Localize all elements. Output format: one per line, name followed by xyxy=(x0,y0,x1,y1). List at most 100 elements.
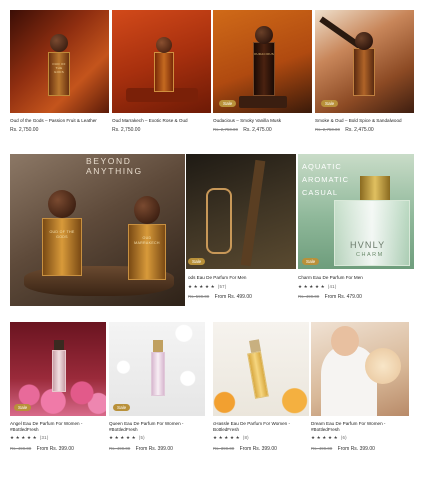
product-card-chassle[interactable]: cHassle Eau De Parfum For Women - Bottle… xyxy=(213,322,309,457)
compare-at-price: Rs. 2,750.00 xyxy=(213,127,238,132)
product-image[interactable] xyxy=(10,322,106,416)
product-price-row: Rs. 499.00 From Rs. 399.00 xyxy=(10,446,74,452)
product-image[interactable]: OUDACIOUS xyxy=(213,10,312,113)
product-title[interactable]: Oudacious – Smoky Vanilla Musk xyxy=(213,118,312,124)
bottle-label: OUD OF THE GODS xyxy=(52,62,66,74)
product-card-gods-edp[interactable]: Sale ods Eau De Parfum For Men ★ ★ ★ ★ ★… xyxy=(186,154,296,306)
rating-stars: ★ ★ ★ ★ ★ xyxy=(188,284,215,289)
product-image[interactable]: AQUATIC AROMATIC CASUAL HVNLY CHARM xyxy=(298,154,414,269)
bottle-cap-left-image xyxy=(48,190,76,218)
lamp-glow-image xyxy=(365,348,401,384)
product-card-queen[interactable]: Sale Queen Eau De Parfum For Women - #Bo… xyxy=(109,322,205,457)
product-title[interactable]: ods Eau De Parfum For Men xyxy=(188,275,296,281)
pedestal-image xyxy=(239,96,287,108)
perfume-bottle-image xyxy=(151,352,165,396)
product-image[interactable] xyxy=(213,322,309,416)
product-title[interactable]: Smoke & Oud – Bold Spice & Sandalwood xyxy=(315,118,414,124)
product-image[interactable] xyxy=(315,10,414,113)
promo-banner-beyond-anything[interactable]: BEYOND ANYTHING OUD OF THE GODS OUD MARR… xyxy=(10,154,185,306)
perfume-bottle-left-image xyxy=(42,218,82,276)
product-price-row: Rs. 2,750.00 Rs. 2,475.00 xyxy=(213,127,272,133)
product-card-angel[interactable]: Sale Angel Eau De Parfum For Women - #Bo… xyxy=(10,322,106,457)
product-price-row: Rs. 499.00 From Rs. 399.00 xyxy=(311,446,375,452)
product-image[interactable]: OUD OF THE GODS xyxy=(10,10,109,113)
product-image[interactable] xyxy=(112,10,211,113)
product-price-row: Rs. 2,750.00 Rs. 2,475.00 xyxy=(315,127,374,133)
current-price: From Rs. 499.00 xyxy=(214,294,252,300)
bottle-cap-image xyxy=(153,340,163,352)
perfume-bottle-image xyxy=(253,42,275,96)
product-image[interactable] xyxy=(109,322,205,416)
review-count: (41) xyxy=(327,284,337,289)
bottle-label-left: OUD OF THE GODS xyxy=(49,230,75,239)
bottle-cap-image xyxy=(355,32,373,50)
promo-image[interactable]: BEYOND ANYTHING OUD OF THE GODS OUD MARR… xyxy=(10,154,185,306)
product-title[interactable]: cHassle Eau De Parfum For Women - Bottle… xyxy=(213,421,309,433)
product-price-row: Rs. 499.00 From Rs. 479.00 xyxy=(298,294,362,300)
tree-branch-image xyxy=(240,159,266,267)
review-count: (5) xyxy=(138,435,145,440)
product-title[interactable]: Dream Eau De Parfum For Women - #Bottled… xyxy=(311,421,409,433)
brand-name: HVNLY xyxy=(350,240,386,250)
bottle-cap-image xyxy=(360,176,390,200)
current-price: From Rs. 399.00 xyxy=(337,446,375,452)
review-count: (31) xyxy=(39,435,49,440)
product-title[interactable]: Oud Marrakech – Exotic Rose & Oud xyxy=(112,118,211,124)
sale-badge: Sale xyxy=(188,258,206,265)
sale-badge: Sale xyxy=(113,404,131,411)
compare-at-price: Rs. 499.00 xyxy=(298,294,320,299)
bottle-label: OUDACIOUS xyxy=(254,52,274,56)
product-card-oud-of-the-gods[interactable]: OUD OF THE GODS Oud of the Gods – Passio… xyxy=(10,10,109,138)
bottle-cap-image xyxy=(249,339,261,353)
sale-badge: Sale xyxy=(302,258,320,265)
bottle-label-right: OUD MARRAKECH xyxy=(134,236,160,245)
product-card-smoke-and-oud[interactable]: Sale Smoke & Oud – Bold Spice & Sandalwo… xyxy=(315,10,414,138)
current-price: Rs. 2,475.00 xyxy=(243,127,272,133)
promo-line-2: AROMATIC xyxy=(302,175,350,184)
bottle-cap-right-image xyxy=(134,196,160,224)
perfume-bottle-image xyxy=(52,350,66,392)
compare-at-price: Rs. 499.00 xyxy=(311,446,333,451)
product-title[interactable]: Queen Eau De Parfum For Women - #Bottled… xyxy=(109,421,205,433)
product-card-oudacious[interactable]: OUDACIOUS Sale Oudacious – Smoky Vanilla… xyxy=(213,10,312,138)
product-rating: ★ ★ ★ ★ ★ (41) xyxy=(298,284,337,290)
product-image[interactable] xyxy=(186,154,296,269)
compare-at-price: Rs. 499.00 xyxy=(10,446,32,451)
perfume-bottle-image xyxy=(48,52,70,96)
compare-at-price: Rs. 399.00 xyxy=(213,446,235,451)
current-price: From Rs. 479.00 xyxy=(324,294,362,300)
review-count: (8) xyxy=(242,435,249,440)
product-rating: ★ ★ ★ ★ ★ (8) xyxy=(213,435,249,441)
review-count: (6) xyxy=(340,435,347,440)
product-title[interactable]: Charm Eau De Parfum For Men xyxy=(298,275,414,281)
promo-headline: BEYOND ANYTHING xyxy=(86,156,143,176)
compare-at-price: Rs. 2,750.00 xyxy=(315,127,340,132)
bottle-cap-image xyxy=(50,34,68,52)
product-price-row: Rs. 599.00 From Rs. 499.00 xyxy=(188,294,252,300)
product-title[interactable]: Angel Eau De Parfum For Women - #Bottled… xyxy=(10,421,106,433)
product-rating: ★ ★ ★ ★ ★ (6) xyxy=(311,435,347,441)
brand-sub: CHARM xyxy=(356,252,384,258)
product-rating: ★ ★ ★ ★ ★ (5) xyxy=(109,435,145,441)
current-price: From Rs. 399.00 xyxy=(239,446,277,452)
current-price: Rs. 2,750.00 xyxy=(10,127,39,133)
rating-stars: ★ ★ ★ ★ ★ xyxy=(298,284,325,289)
compare-at-price: Rs. 599.00 xyxy=(188,294,210,299)
product-image[interactable] xyxy=(311,322,409,416)
promo-line-3: CASUAL xyxy=(302,188,339,197)
pedestal-image xyxy=(206,188,232,254)
perfume-bottle-right-image xyxy=(128,224,166,280)
product-rating: ★ ★ ★ ★ ★ (57) xyxy=(188,284,227,290)
woman-head-image xyxy=(331,326,359,356)
current-price: Rs. 2,475.00 xyxy=(345,127,374,133)
bottle-cap-image xyxy=(255,26,273,44)
perfume-bottle-image xyxy=(154,52,174,92)
rating-stars: ★ ★ ★ ★ ★ xyxy=(109,435,136,440)
product-card-oud-marrakech[interactable]: Oud Marrakech – Exotic Rose & Oud Rs. 2,… xyxy=(112,10,211,138)
product-price-row: Rs. 2,750.00 xyxy=(112,127,140,133)
product-card-dream[interactable]: Dream Eau De Parfum For Women - #Bottled… xyxy=(311,322,409,457)
product-title[interactable]: Oud of the Gods – Passion Fruit & Leathe… xyxy=(10,118,109,124)
product-card-charm[interactable]: AQUATIC AROMATIC CASUAL HVNLY CHARM Sale… xyxy=(298,154,414,306)
rating-stars: ★ ★ ★ ★ ★ xyxy=(213,435,240,440)
promo-line-1: AQUATIC xyxy=(302,162,342,171)
